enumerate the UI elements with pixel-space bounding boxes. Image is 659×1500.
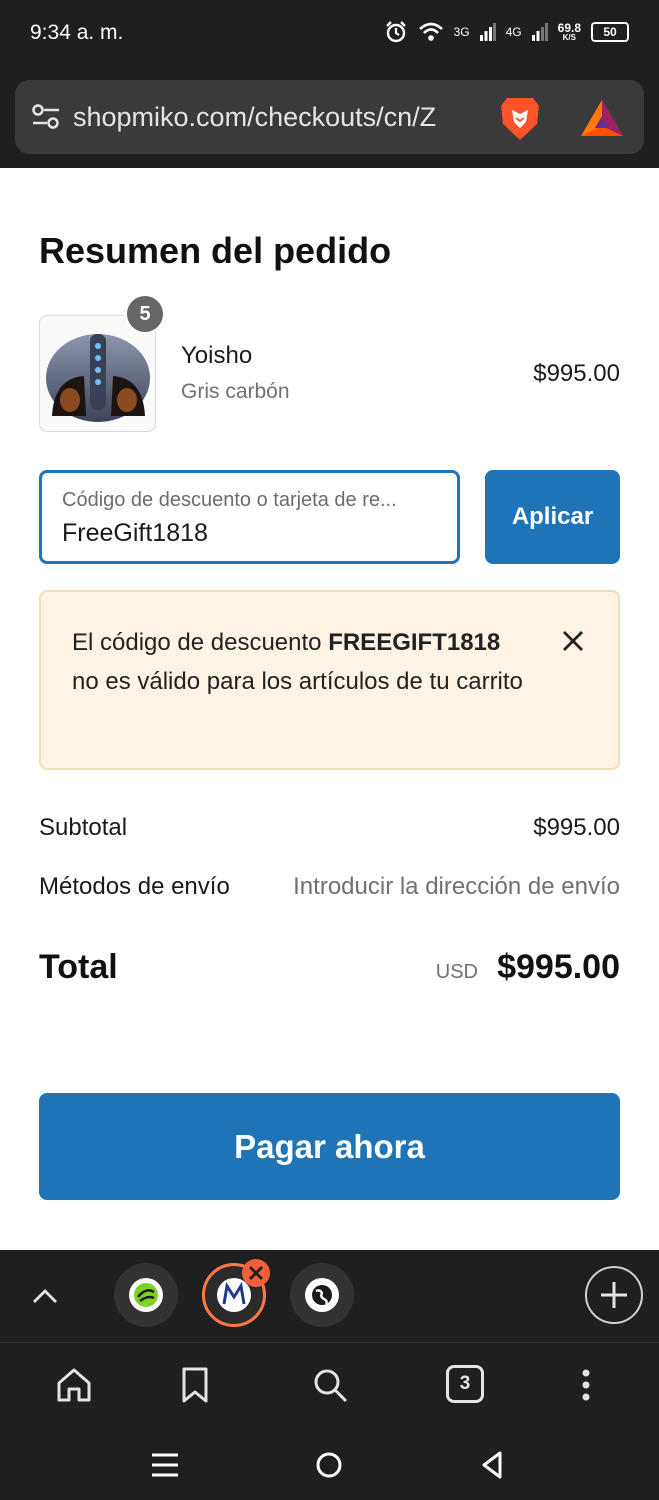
home-circle-icon[interactable]: [312, 1448, 346, 1482]
discount-code-input[interactable]: Código de descuento o tarjeta de re... F…: [39, 470, 460, 564]
total-currency: USD: [435, 961, 478, 983]
new-tab-button[interactable]: [585, 1266, 643, 1324]
search-icon[interactable]: [310, 1365, 350, 1405]
home-icon[interactable]: [54, 1365, 94, 1405]
address-bar[interactable]: shopmiko.com/checkouts/cn/Z: [15, 80, 644, 154]
shipping-value: Introducir la dirección de envío: [293, 873, 620, 900]
url-text[interactable]: shopmiko.com/checkouts/cn/Z: [73, 102, 493, 133]
product-massager-image: [46, 334, 150, 422]
back-triangle-icon[interactable]: [476, 1448, 510, 1482]
alert-suffix: no es válido para los artículos de tu ca…: [72, 668, 523, 695]
alert-code: FREEGIFT1818: [328, 629, 501, 656]
signal-4g-icon: [531, 23, 548, 41]
status-bar: 9:34 a. m. 3G 4G 69.8 K/S 50: [0, 0, 659, 66]
tab-globe[interactable]: [290, 1263, 354, 1327]
green-site-icon: [129, 1278, 163, 1312]
product-name: Yoisho: [181, 342, 253, 369]
browser-toolbar: shopmiko.com/checkouts/cn/Z: [0, 66, 659, 168]
bookmark-icon[interactable]: [175, 1365, 215, 1405]
alert-message: El código de descuento FREEGIFT1818 no e…: [72, 623, 532, 701]
chevron-up-icon[interactable]: [27, 1278, 63, 1314]
recents-icon[interactable]: [148, 1448, 182, 1482]
brave-lion-icon[interactable]: [497, 94, 543, 142]
close-icon: [249, 1266, 263, 1280]
product-variant: Gris carbón: [181, 380, 290, 403]
system-nav-bar: [0, 1428, 659, 1500]
quantity-badge: 5: [125, 294, 165, 334]
total-label: Total: [39, 948, 118, 986]
pay-now-button[interactable]: Pagar ahora: [39, 1093, 620, 1200]
network-4g-label: 4G: [505, 25, 522, 39]
tabs-count-button[interactable]: 3: [446, 1365, 484, 1403]
page-title: Resumen del pedido: [39, 230, 392, 271]
subtotal-value: $995.00: [533, 814, 620, 841]
alert-prefix: El código de descuento: [72, 629, 322, 656]
battery-indicator: 50: [591, 22, 629, 42]
plus-icon: [601, 1282, 627, 1308]
subtotal-label: Subtotal: [39, 814, 128, 841]
tab-green-site[interactable]: [114, 1263, 178, 1327]
close-tab-button[interactable]: [242, 1259, 270, 1287]
status-time: 9:34 a. m.: [30, 21, 124, 44]
alarm-icon: [385, 21, 406, 43]
shipping-label: Métodos de envío: [39, 873, 230, 900]
wifi-icon: [418, 22, 443, 41]
network-speed: 69.8 K/S: [558, 22, 581, 42]
discount-error-alert: El código de descuento FREEGIFT1818 no e…: [39, 590, 620, 770]
close-icon[interactable]: [558, 626, 588, 656]
discount-field-label: Código de descuento o tarjeta de re...: [62, 489, 397, 511]
bat-triangle-icon[interactable]: [579, 98, 625, 138]
signal-3g-icon: [479, 23, 496, 41]
checkout-page: Resumen del pedido 5 Yoisho Gris carbón …: [0, 168, 659, 1250]
network-speed-unit: K/S: [562, 33, 576, 42]
network-3g-label: 3G: [453, 25, 470, 39]
status-icons: 3G 4G 69.8 K/S 50: [384, 20, 629, 44]
browser-nav-bar: 3: [0, 1342, 659, 1428]
more-vert-icon[interactable]: [566, 1365, 606, 1405]
apply-discount-button[interactable]: Aplicar: [485, 470, 620, 564]
tab-strip: [0, 1250, 659, 1342]
tune-icon[interactable]: [31, 103, 61, 131]
globe-icon: [305, 1278, 339, 1312]
product-price: $995.00: [533, 360, 620, 387]
discount-field-value[interactable]: FreeGift1818: [62, 519, 208, 548]
total-amount: $995.00: [497, 948, 620, 986]
